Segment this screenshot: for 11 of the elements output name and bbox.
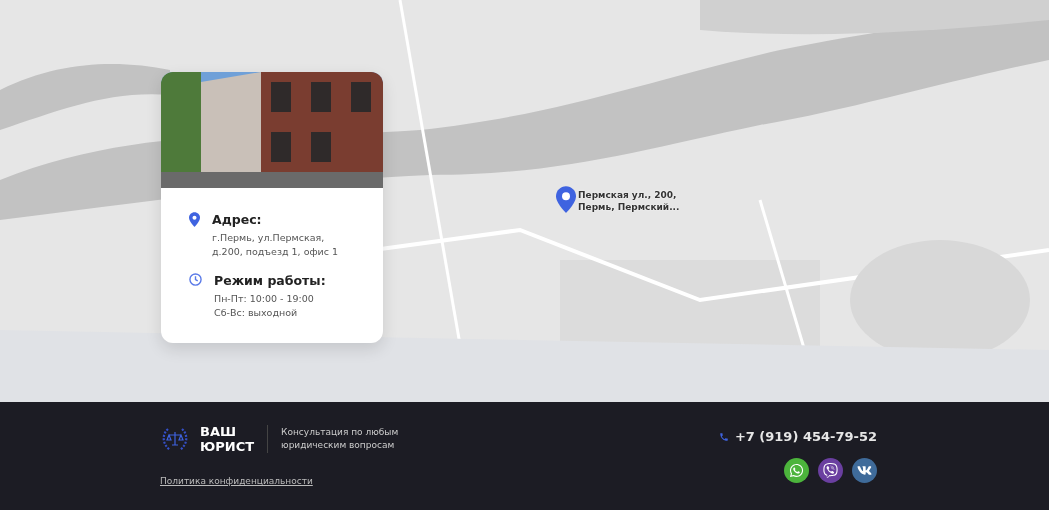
logo-text: ВАШ ЮРИСТ — [200, 424, 255, 454]
social-button[interactable] — [852, 458, 877, 483]
tagline: Консультация по любым юридическим вопросам — [281, 426, 399, 452]
phone-speech-bubble-icon — [823, 463, 838, 478]
phone-chat-bubble-icon — [789, 463, 804, 478]
phone-link[interactable]: +7 (919) 454-79-52 — [718, 429, 877, 444]
phone-icon — [718, 431, 729, 442]
privacy-link[interactable]: Политика конфиденциальности — [160, 476, 399, 486]
social-button[interactable] — [818, 458, 843, 483]
social-button[interactable] — [784, 458, 809, 483]
vk-letters-icon — [857, 463, 872, 478]
